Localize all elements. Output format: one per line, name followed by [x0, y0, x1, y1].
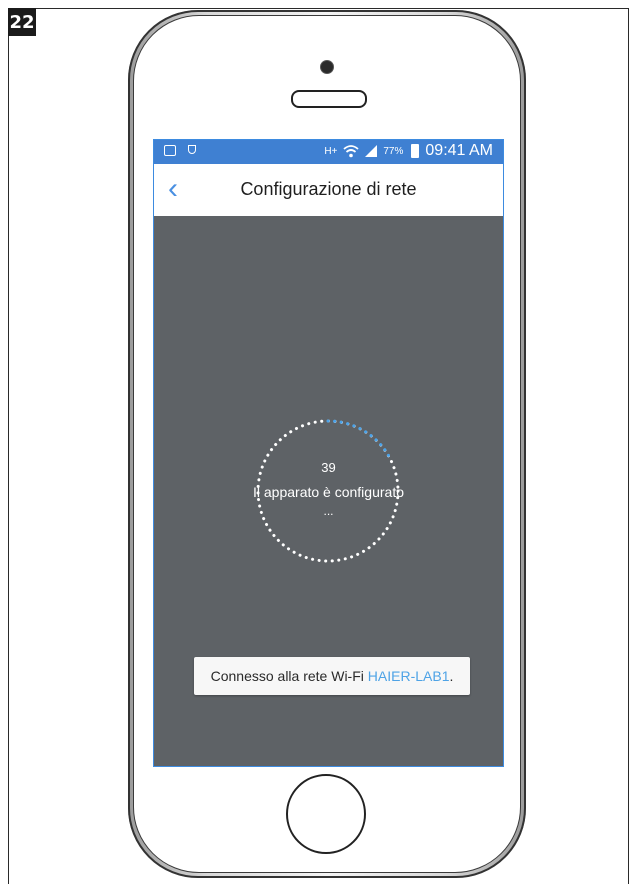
- speaker-slot: [291, 90, 367, 108]
- camera-icon: [320, 60, 334, 74]
- toast-suffix: .: [449, 668, 454, 684]
- clock: 09:41 AM: [425, 142, 493, 159]
- cell-signal-icon: [365, 145, 378, 157]
- home-button[interactable]: [286, 774, 366, 854]
- wifi-icon: [343, 145, 359, 158]
- progress-ellipsis: ...: [323, 504, 334, 518]
- toast-message: Connesso alla rete Wi-Fi HAIER-LAB1.: [194, 657, 470, 695]
- status-bar-left: [164, 145, 196, 156]
- step-number-badge: 22: [8, 8, 36, 36]
- data-indicator: H+: [324, 145, 338, 157]
- status-bar: H+ 77% 09:41 AM: [154, 140, 503, 164]
- battery-icon: [411, 144, 420, 158]
- phone-screen: H+ 77% 09:41 AM ‹ Configurazione di rete…: [153, 139, 504, 767]
- toast-prefix: Connesso alla rete Wi-Fi: [210, 668, 368, 684]
- battery-percent: 77%: [383, 145, 404, 157]
- status-bar-right: H+ 77% 09:41 AM: [324, 142, 493, 160]
- progress-message: Il apparato è configurato: [253, 484, 404, 500]
- image-notification-icon: [164, 145, 176, 156]
- shield-notification-icon: [188, 145, 196, 154]
- page-title: Configurazione di rete: [240, 179, 417, 199]
- progress-count: 39: [321, 460, 336, 475]
- nav-bar: ‹ Configurazione di rete: [154, 164, 503, 216]
- toast-network-name: HAIER-LAB1: [367, 668, 450, 684]
